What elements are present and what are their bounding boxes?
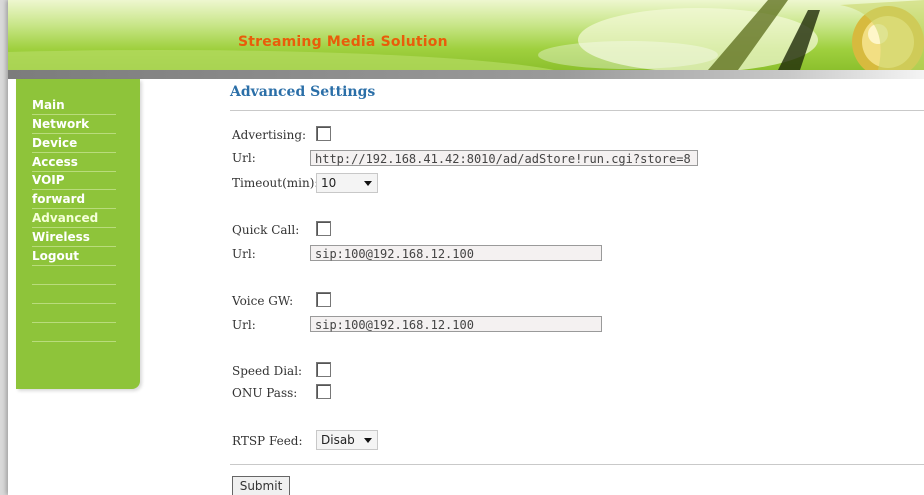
advertising-url-input[interactable]: http://192.168.41.42:8010/ad/adStore!run…	[310, 150, 698, 166]
speed-dial-checkbox[interactable]	[316, 362, 331, 377]
advertising-checkbox[interactable]	[316, 126, 331, 141]
submit-button[interactable]: Submit	[232, 476, 290, 495]
sidebar-item-main[interactable]: Main	[32, 96, 116, 115]
timeout-select[interactable]: 10	[316, 173, 378, 193]
sidebar-divider	[32, 322, 116, 323]
voice-gw-url-label: Url:	[232, 318, 256, 332]
page-frame: Streaming Media Solution Main Network De…	[8, 0, 924, 495]
chevron-down-icon	[364, 438, 372, 443]
advertising-url-label: Url:	[232, 151, 256, 165]
sidebar-item-access[interactable]: Access	[32, 153, 116, 172]
sidebar-item-forward[interactable]: forward	[32, 190, 116, 209]
sidebar-item-device[interactable]: Device	[32, 134, 116, 153]
rtsp-feed-label: RTSP Feed:	[232, 434, 303, 448]
quick-call-url-input[interactable]: sip:100@192.168.12.100	[310, 245, 602, 261]
advertising-label: Advertising:	[232, 128, 307, 142]
sidebar-item-wireless[interactable]: Wireless	[32, 228, 116, 247]
chevron-down-icon	[364, 181, 372, 186]
timeout-label: Timeout(min):	[232, 176, 319, 190]
form-divider	[230, 464, 924, 465]
voice-gw-label: Voice GW:	[232, 294, 294, 308]
title-divider	[230, 110, 924, 111]
sidebar: Main Network Device Access VOIP forward …	[16, 79, 140, 389]
sidebar-item-network[interactable]: Network	[32, 115, 116, 134]
sidebar-divider	[32, 284, 116, 285]
sidebar-divider	[32, 341, 116, 342]
speed-dial-label: Speed Dial:	[232, 364, 303, 378]
voice-gw-url-input[interactable]: sip:100@192.168.12.100	[310, 316, 602, 332]
voice-gw-checkbox[interactable]	[316, 292, 331, 307]
sidebar-item-voip[interactable]: VOIP	[32, 171, 116, 190]
page-title: Advanced Settings	[230, 84, 376, 100]
header-banner: Streaming Media Solution	[8, 0, 924, 70]
banner-graphic	[8, 0, 924, 70]
quick-call-label: Quick Call:	[232, 223, 300, 237]
sidebar-item-logout[interactable]: Logout	[32, 247, 116, 266]
timeout-value: 10	[321, 176, 337, 190]
rtsp-feed-select[interactable]: Disab	[316, 430, 378, 450]
onu-pass-checkbox[interactable]	[316, 384, 331, 399]
sidebar-divider	[32, 303, 116, 304]
rtsp-feed-value: Disab	[321, 433, 355, 447]
header-divider-bar	[8, 70, 924, 79]
quick-call-url-label: Url:	[232, 247, 256, 261]
sidebar-item-advanced[interactable]: Advanced	[32, 209, 116, 228]
quick-call-checkbox[interactable]	[316, 221, 331, 236]
onu-pass-label: ONU Pass:	[232, 386, 298, 400]
app-title: Streaming Media Solution	[238, 34, 448, 50]
